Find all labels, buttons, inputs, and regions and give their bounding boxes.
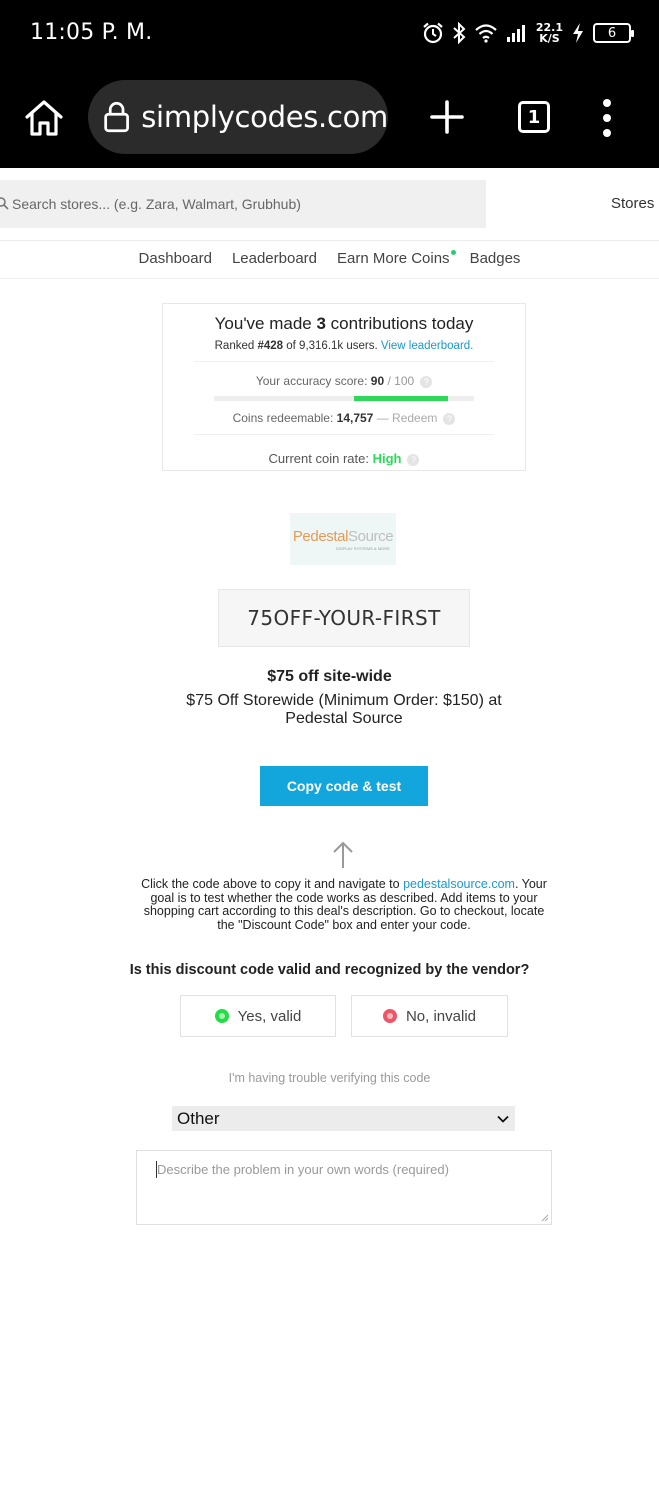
resize-grip-icon[interactable] [541, 1214, 549, 1222]
search-icon [0, 197, 9, 210]
copy-code-button[interactable]: Copy code & test [260, 766, 428, 806]
arrow-up-icon [333, 841, 353, 868]
problem-reason-select[interactable]: Other [172, 1106, 515, 1131]
chevron-down-icon [497, 1115, 509, 1123]
no-invalid-label: No, invalid [405, 1007, 477, 1025]
discount-code[interactable]: 75OFF-YOUR-FIRST [218, 589, 470, 647]
contribution-stats-card: You've made 3 contributions today Ranked… [162, 303, 526, 471]
contributions-headline: You've made 3 contributions today [163, 314, 525, 334]
new-tab-icon[interactable] [428, 98, 466, 136]
textarea-placeholder: Describe the problem in your own words (… [157, 1162, 449, 1177]
rank-prefix: Ranked [214, 340, 258, 352]
stores-link[interactable]: Stores [611, 195, 654, 212]
net-speed: 22.1 K/S [535, 21, 563, 45]
rate-label: Current coin rate: [268, 451, 373, 466]
header-divider [0, 240, 659, 241]
status-bar: 11:05 P. M. 22.1 K/S 6 [0, 0, 659, 68]
select-value: Other [177, 1108, 220, 1128]
status-icons: 22.1 K/S 6 [422, 18, 634, 48]
store-site-link[interactable]: pedestalsource.com [403, 877, 515, 891]
accuracy-value: 90 [370, 374, 385, 388]
wifi-icon [475, 24, 497, 43]
store-search-input[interactable]: Search stores... (e.g. Zara, Walmart, Gr… [0, 180, 486, 228]
headline-prefix: You've made [214, 314, 317, 333]
accuracy-score: Your accuracy score: 90 / 100? [163, 374, 525, 388]
rate-value: High [372, 451, 402, 466]
trouble-verifying-link[interactable]: I'm having trouble verifying this code [0, 1071, 659, 1085]
accuracy-max: / 100 [384, 374, 415, 388]
signal-icon [506, 25, 525, 42]
test-instructions: Click the code above to copy it and navi… [136, 877, 552, 932]
instructions-text-1: Click the code above to copy it and navi… [141, 877, 404, 891]
rank-value: #428 [257, 340, 284, 352]
yes-valid-label: Yes, valid [237, 1007, 302, 1025]
address-bar[interactable]: simplycodes.com [88, 80, 388, 154]
nav-leaderboard[interactable]: Leaderboard [232, 250, 317, 267]
validity-question: Is this discount code valid and recogniz… [129, 962, 530, 978]
account-nav: Dashboard Leaderboard Earn More Coins Ba… [0, 250, 659, 267]
rank-total: of 9,316.1k users. [283, 340, 381, 352]
yes-valid-button[interactable]: Yes, valid [180, 995, 336, 1037]
headline-suffix: contributions today [325, 314, 474, 333]
search-placeholder: Search stores... (e.g. Zara, Walmart, Gr… [12, 196, 301, 212]
alarm-icon [423, 22, 443, 44]
card-divider [194, 361, 494, 362]
nav-dashboard[interactable]: Dashboard [139, 250, 212, 267]
coins-help-icon[interactable]: ? [443, 412, 456, 425]
nav-badges[interactable]: Badges [470, 250, 521, 267]
red-dot-icon [382, 1009, 397, 1023]
accuracy-bar [214, 396, 474, 401]
lock-icon [104, 101, 129, 133]
coins-value: 14,757 [336, 411, 374, 425]
nav-earn-more-coins[interactable]: Earn More Coins [337, 250, 456, 267]
coins-redeemable: Coins redeemable: 14,757 — Redeem? [163, 411, 525, 425]
green-dot-icon [214, 1009, 229, 1023]
overflow-menu-icon[interactable] [598, 98, 616, 138]
accuracy-label: Your accuracy score: [255, 374, 371, 388]
status-time: 11:05 P. M. [30, 20, 153, 45]
charging-icon [573, 23, 583, 43]
view-leaderboard-link[interactable]: View leaderboard. [381, 340, 474, 352]
accuracy-help-icon[interactable]: ? [420, 375, 433, 388]
no-invalid-button[interactable]: No, invalid [351, 995, 508, 1037]
contributions-count: 3 [316, 314, 326, 333]
deal-description: $75 Off Storewide (Minimum Order: $150) … [186, 692, 502, 727]
deal-title: $75 off site-wide [267, 668, 392, 685]
notification-dot [450, 250, 456, 255]
url-text: simplycodes.com [141, 100, 388, 134]
browser-toolbar: simplycodes.com 1 [0, 68, 659, 168]
coins-label: Coins redeemable: [232, 411, 337, 425]
accuracy-bar-fill [354, 396, 448, 401]
store-logo: PedestalSource DISPLAY SYSTEMS & MORE [290, 513, 396, 565]
coin-rate: Current coin rate: High? [163, 451, 525, 466]
redeem-link[interactable]: — Redeem [373, 411, 438, 425]
rate-help-icon[interactable]: ? [407, 453, 420, 466]
store-logo-part2: Source [348, 527, 394, 545]
rank-line: Ranked #428 of 9,316.1k users. View lead… [163, 340, 525, 352]
nav-earn-more-coins-label: Earn More Coins [337, 250, 450, 267]
store-logo-text: PedestalSource [292, 527, 394, 545]
card-divider [194, 434, 494, 435]
problem-description-textarea[interactable]: Describe the problem in your own words (… [136, 1150, 552, 1225]
nav-divider [0, 278, 659, 279]
store-logo-tagline: DISPLAY SYSTEMS & MORE [336, 545, 390, 551]
home-icon[interactable] [22, 96, 66, 140]
tab-switcher-button[interactable]: 1 [518, 101, 550, 133]
battery-icon: 6 [593, 23, 634, 43]
store-logo-part1: Pedestal [292, 527, 349, 545]
bluetooth-icon [453, 22, 466, 44]
